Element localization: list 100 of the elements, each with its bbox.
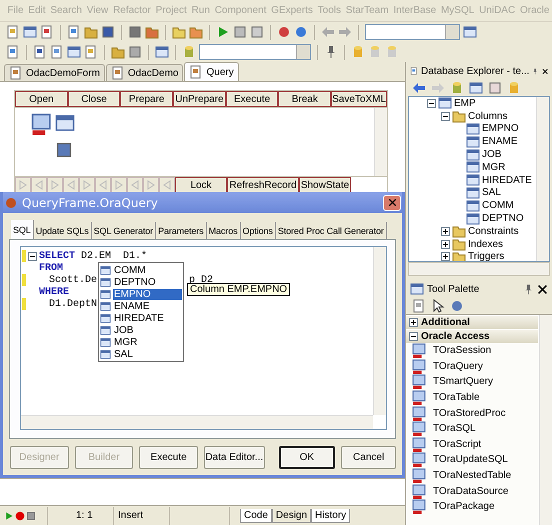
palette-item[interactable]: TOraQuery	[433, 360, 483, 372]
view-tab[interactable]: History	[311, 508, 350, 522]
form-button[interactable]: Close	[68, 91, 120, 107]
tree-item[interactable]: EMPNO	[482, 123, 519, 134]
dialog-button[interactable]: Execute	[139, 446, 198, 468]
view-tab[interactable]: Design	[272, 508, 312, 522]
palette-category[interactable]: Additional	[406, 316, 538, 329]
vertical-scrollbar[interactable]	[373, 247, 386, 415]
dialog-tab[interactable]: Macros	[206, 222, 240, 239]
document-tab[interactable]: Query	[184, 62, 239, 81]
document-tab[interactable]: OdacDemoForm	[4, 64, 105, 81]
tree-item[interactable]: MGR	[482, 162, 506, 173]
completion-item[interactable]: MGR	[113, 336, 182, 348]
table-icon	[67, 45, 81, 59]
fold-icon[interactable]	[28, 252, 37, 260]
tree-item[interactable]: JOB	[482, 149, 502, 160]
form-button[interactable]: RefreshRecord	[227, 177, 299, 193]
navigator-button[interactable]	[159, 177, 175, 193]
square-icon	[128, 45, 142, 59]
tree-item[interactable]: HIREDATE	[482, 174, 532, 186]
completion-item[interactable]: ENAME	[113, 300, 182, 312]
tree-item[interactable]: DEPTNO	[482, 213, 524, 224]
horizontal-scrollbar[interactable]	[408, 262, 550, 276]
tooltip: Column EMP.EMPNO	[187, 283, 290, 296]
navigator-button[interactable]	[127, 177, 143, 193]
view-tab[interactable]: Code	[240, 508, 272, 522]
vertical-scrollbar[interactable]	[374, 108, 387, 176]
tree-item[interactable]: EMP	[454, 98, 476, 109]
dialog-button[interactable]: Data Editor...	[204, 446, 265, 468]
collapse-icon[interactable]	[427, 98, 436, 108]
form-button[interactable]: Execute	[226, 91, 278, 107]
form-button[interactable]: ShowState	[299, 177, 351, 193]
palette-item[interactable]: TOraTable	[433, 392, 480, 404]
expand-icon[interactable]	[441, 226, 450, 236]
dropdown-field[interactable]	[365, 24, 460, 40]
palette-item[interactable]: TOraPackage	[433, 501, 495, 512]
dialog-button[interactable]: Cancel	[341, 446, 396, 468]
forward-icon	[431, 81, 445, 95]
form-button[interactable]: Break	[278, 91, 332, 107]
tree-item[interactable]: ENAME	[482, 136, 518, 148]
component-icon	[412, 390, 427, 406]
palette-item[interactable]: TOraStoredProc	[433, 408, 506, 419]
completion-item[interactable]: DEPTNO	[113, 276, 182, 288]
form-button[interactable]: Prepare	[120, 91, 174, 107]
sql-keyword: FROM	[39, 262, 64, 274]
dialog-tab[interactable]: Stored Proc Call Generator	[276, 222, 387, 239]
dropdown-field[interactable]	[199, 44, 311, 60]
tree-item[interactable]: Constraints	[468, 226, 519, 237]
dialog-tab[interactable]: SQL	[11, 220, 34, 239]
palette-item[interactable]: TOraNestedTable	[433, 470, 512, 482]
palette-item[interactable]: TOraDataSource	[433, 486, 508, 497]
dialog-button[interactable]: OK	[278, 446, 336, 468]
form-button[interactable]: Lock	[175, 177, 227, 193]
expand-icon[interactable]	[441, 240, 450, 249]
navigator-button[interactable]	[143, 177, 159, 193]
form-button[interactable]: UnPrepare	[173, 91, 226, 107]
vertical-scrollbar[interactable]	[539, 315, 552, 525]
column-icon	[100, 324, 111, 336]
completion-item[interactable]: HIREDATE	[113, 312, 182, 324]
navigator-button[interactable]	[63, 177, 79, 193]
navigator-button[interactable]	[15, 177, 31, 193]
dialog-tab[interactable]: Update SQLs	[34, 222, 92, 239]
navigator-button[interactable]	[47, 177, 63, 193]
tree-item[interactable]: SAL	[482, 187, 501, 198]
tree-item[interactable]: Columns	[468, 110, 508, 122]
open-icon	[145, 25, 159, 39]
palette-category[interactable]: Oracle Access	[406, 330, 538, 343]
dialog-tab[interactable]: Options	[240, 222, 276, 239]
component-icon	[412, 436, 427, 452]
navigator-button[interactable]	[79, 177, 95, 193]
palette-item[interactable]: TOraScript	[433, 438, 482, 450]
close-button[interactable]	[383, 194, 401, 210]
dialog-tab[interactable]: SQL Generator	[92, 222, 156, 239]
horizontal-scrollbar[interactable]	[21, 415, 373, 429]
code-text: Scott.De	[49, 274, 98, 286]
tree-item[interactable]: COMM	[482, 200, 514, 212]
tree-item[interactable]: Indexes	[468, 238, 504, 250]
palette-item[interactable]: TOraUpdateSQL	[433, 454, 508, 466]
expand-icon[interactable]	[441, 252, 450, 261]
palette-item[interactable]: TSmartQuery	[433, 376, 494, 388]
palette-item[interactable]: TOraSQL	[433, 423, 476, 434]
dialog-title: QueryFrame.OraQuery	[22, 196, 159, 210]
document-tab[interactable]: OdacDemo	[106, 64, 184, 81]
form-button[interactable]: Open	[15, 91, 68, 107]
navigator-button[interactable]	[111, 177, 127, 193]
expand-icon[interactable]	[409, 318, 418, 327]
palette-item[interactable]: TOraSession	[433, 345, 492, 356]
navigator-button[interactable]	[95, 177, 111, 193]
completion-item[interactable]: SAL	[113, 348, 182, 360]
completion-item[interactable]: EMPNO	[113, 288, 182, 300]
vertical-scrollbar[interactable]	[536, 97, 549, 261]
panel-title: Database Explorer - te...	[421, 66, 530, 76]
dialog-tab[interactable]: Parameters	[156, 222, 207, 239]
collapse-icon[interactable]	[409, 332, 418, 341]
completion-item[interactable]: JOB	[113, 324, 182, 336]
table-icon	[466, 173, 480, 188]
completion-item[interactable]: COMM	[113, 264, 182, 276]
form-button[interactable]: SaveToXML	[331, 91, 388, 107]
collapse-icon[interactable]	[441, 112, 450, 121]
navigator-button[interactable]	[31, 177, 47, 193]
